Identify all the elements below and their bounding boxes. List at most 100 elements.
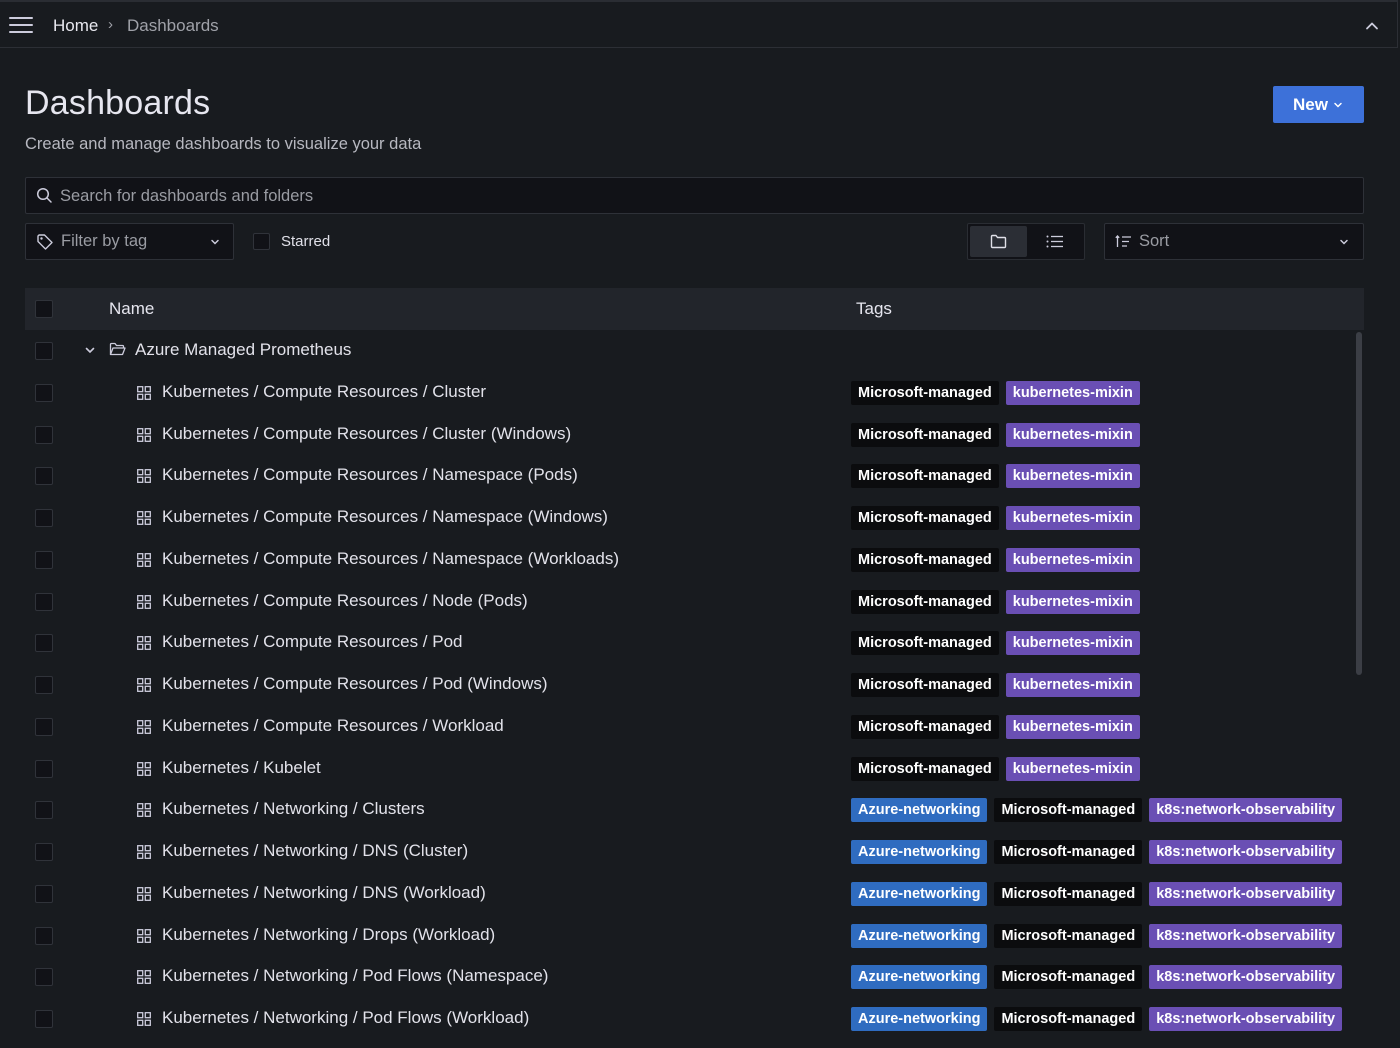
dashboard-name[interactable]: Kubernetes / Kubelet xyxy=(162,758,321,778)
table-row[interactable]: Kubernetes / Compute Resources / Cluster… xyxy=(25,414,1355,456)
tag-badge[interactable]: Microsoft-managed xyxy=(994,965,1143,990)
table-row[interactable]: Kubernetes / Networking / DNS (Workload)… xyxy=(25,873,1355,915)
table-row[interactable]: Kubernetes / Networking / Drops (Workloa… xyxy=(25,915,1355,957)
tag-badge[interactable]: k8s:network-observability xyxy=(1149,881,1343,906)
row-checkbox[interactable] xyxy=(35,801,53,820)
tag-badge[interactable]: Microsoft-managed xyxy=(994,881,1143,906)
row-checkbox[interactable] xyxy=(35,884,53,903)
tag-badge[interactable]: kubernetes-mixin xyxy=(1005,714,1140,739)
row-checkbox[interactable] xyxy=(35,383,53,402)
dashboard-name[interactable]: Kubernetes / Compute Resources / Cluster xyxy=(162,382,486,402)
tag-badge[interactable]: Microsoft-managed xyxy=(994,923,1143,948)
tag-badge[interactable]: kubernetes-mixin xyxy=(1005,631,1140,656)
row-checkbox[interactable] xyxy=(35,634,53,653)
table-row[interactable]: Kubernetes / Compute Resources / Namespa… xyxy=(25,539,1355,581)
chevron-up-icon[interactable] xyxy=(1364,18,1380,34)
scrollbar-thumb[interactable] xyxy=(1356,332,1362,675)
row-checkbox[interactable] xyxy=(35,509,53,527)
tag-badge[interactable]: kubernetes-mixin xyxy=(1005,756,1140,781)
tag-badge[interactable]: k8s:network-observability xyxy=(1149,840,1343,864)
row-checkbox[interactable] xyxy=(35,467,53,486)
folder-name[interactable]: Azure Managed Prometheus xyxy=(135,340,351,360)
table-row[interactable]: Kubernetes / Compute Resources / Cluster… xyxy=(25,372,1355,414)
dashboard-name[interactable]: Kubernetes / Compute Resources / Pod xyxy=(162,632,463,652)
table-row[interactable]: Kubernetes / Networking / Pod Flows (Wor… xyxy=(25,998,1355,1040)
tag-badge[interactable]: Microsoft-managed xyxy=(851,589,999,614)
tag-badge[interactable]: Microsoft-managed xyxy=(851,464,999,489)
dashboard-name[interactable]: Kubernetes / Compute Resources / Pod (Wi… xyxy=(162,674,548,694)
tag-badge[interactable]: kubernetes-mixin xyxy=(1005,422,1140,447)
dashboard-name[interactable]: Kubernetes / Networking / DNS (Cluster) xyxy=(162,841,468,861)
dashboard-name[interactable]: Kubernetes / Compute Resources / Namespa… xyxy=(162,549,619,569)
tag-badge[interactable]: Microsoft-managed xyxy=(851,380,999,405)
tag-badge[interactable]: Microsoft-managed xyxy=(851,422,999,447)
table-row[interactable]: Kubernetes / Kubelet Microsoft-managed kub… xyxy=(25,748,1355,790)
dashboard-name[interactable]: Kubernetes / Networking / Drops (Workloa… xyxy=(162,925,495,945)
dashboard-name[interactable]: Kubernetes / Compute Resources / Namespa… xyxy=(162,507,608,527)
dashboard-name[interactable]: Kubernetes / Networking / Pod Flows (Nam… xyxy=(162,966,548,986)
row-checkbox[interactable] xyxy=(35,717,53,736)
table-row[interactable]: Kubernetes / Compute Resources / Workloa… xyxy=(25,706,1355,748)
tag-badge[interactable]: Azure-networking xyxy=(851,965,988,990)
tag-badge[interactable]: Microsoft-managed xyxy=(851,714,999,739)
tag-badge[interactable]: Microsoft-managed xyxy=(851,673,999,697)
tag-badge[interactable]: kubernetes-mixin xyxy=(1005,506,1140,530)
tag-badge[interactable]: kubernetes-mixin xyxy=(1005,589,1140,614)
tag-badge[interactable]: Azure-networking xyxy=(851,923,988,948)
tag-badge[interactable]: Azure-networking xyxy=(851,881,988,906)
row-checkbox[interactable] xyxy=(35,843,53,861)
search-input[interactable] xyxy=(58,178,1352,215)
dashboard-name[interactable]: Kubernetes / Compute Resources / Namespa… xyxy=(162,465,578,485)
table-row[interactable]: Kubernetes / Networking / Clusters Azure-… xyxy=(25,789,1355,831)
row-checkbox[interactable] xyxy=(35,425,53,444)
dashboard-name[interactable]: Kubernetes / Compute Resources / Workloa… xyxy=(162,716,504,736)
tag-badge[interactable]: Microsoft-managed xyxy=(851,631,999,656)
tag-badge[interactable]: Microsoft-managed xyxy=(994,1007,1143,1031)
tag-badge[interactable]: k8s:network-observability xyxy=(1149,798,1343,823)
table-row[interactable]: Kubernetes / Compute Resources / Namespa… xyxy=(25,497,1355,539)
tag-badge[interactable]: Microsoft-managed xyxy=(994,798,1143,823)
starred-label[interactable]: Starred xyxy=(281,233,330,250)
table-row[interactable]: Kubernetes / Networking / DNS (Cluster) A… xyxy=(25,831,1355,873)
table-row[interactable]: Kubernetes / Compute Resources / Node (P… xyxy=(25,581,1355,623)
table-row[interactable]: Kubernetes / Compute Resources / Pod Micr… xyxy=(25,622,1355,664)
tag-badge[interactable]: Azure-networking xyxy=(851,798,988,823)
dashboard-name[interactable]: Kubernetes / Networking / DNS (Workload) xyxy=(162,883,486,903)
folder-row[interactable]: Azure Managed Prometheus xyxy=(25,330,1355,372)
tag-badge[interactable]: k8s:network-observability xyxy=(1149,923,1343,948)
tag-badge[interactable]: k8s:network-observability xyxy=(1149,965,1343,990)
row-checkbox[interactable] xyxy=(35,550,53,569)
tag-badge[interactable]: kubernetes-mixin xyxy=(1005,673,1140,697)
table-row[interactable]: Kubernetes / Networking / Pod Flows (Nam… xyxy=(25,956,1355,998)
chevron-down-icon[interactable] xyxy=(84,344,96,356)
row-checkbox[interactable] xyxy=(35,968,53,987)
tag-badge[interactable]: Microsoft-managed xyxy=(851,756,999,781)
tag-badge[interactable]: Microsoft-managed xyxy=(994,840,1143,864)
tag-filter-select[interactable]: Filter by tag xyxy=(25,223,234,260)
tag-badge[interactable]: kubernetes-mixin xyxy=(1005,464,1140,489)
table-row[interactable]: Kubernetes / Compute Resources / Pod (Wi… xyxy=(25,664,1355,706)
tag-badge[interactable]: Azure-networking xyxy=(851,840,988,864)
dashboard-name[interactable]: Kubernetes / Networking / Clusters xyxy=(162,799,425,819)
dashboard-name[interactable]: Kubernetes / Networking / Pod Flows (Wor… xyxy=(162,1008,529,1028)
tag-badge[interactable]: Microsoft-managed xyxy=(851,506,999,530)
row-checkbox[interactable] xyxy=(35,676,53,694)
row-checkbox[interactable] xyxy=(35,592,53,611)
table-row[interactable]: Kubernetes / Compute Resources / Namespa… xyxy=(25,455,1355,497)
menu-icon[interactable] xyxy=(9,17,33,33)
new-button[interactable]: New xyxy=(1273,86,1364,123)
row-checkbox[interactable] xyxy=(35,342,53,360)
dashboard-name[interactable]: Kubernetes / Compute Resources / Cluster… xyxy=(162,424,571,444)
tag-badge[interactable]: Microsoft-managed xyxy=(851,547,999,572)
row-checkbox[interactable] xyxy=(35,1010,53,1028)
row-checkbox[interactable] xyxy=(35,926,53,945)
tag-badge[interactable]: k8s:network-observability xyxy=(1149,1007,1343,1031)
tag-badge[interactable]: kubernetes-mixin xyxy=(1005,547,1140,572)
row-checkbox[interactable] xyxy=(35,759,53,778)
tag-badge[interactable]: kubernetes-mixin xyxy=(1005,380,1140,405)
dashboard-name[interactable]: Kubernetes / Compute Resources / Node (P… xyxy=(162,591,528,611)
breadcrumb-home[interactable]: Home xyxy=(53,16,98,36)
starred-checkbox[interactable] xyxy=(253,233,270,250)
sort-select[interactable]: Sort xyxy=(1104,223,1364,260)
tag-badge[interactable]: Azure-networking xyxy=(851,1007,988,1031)
